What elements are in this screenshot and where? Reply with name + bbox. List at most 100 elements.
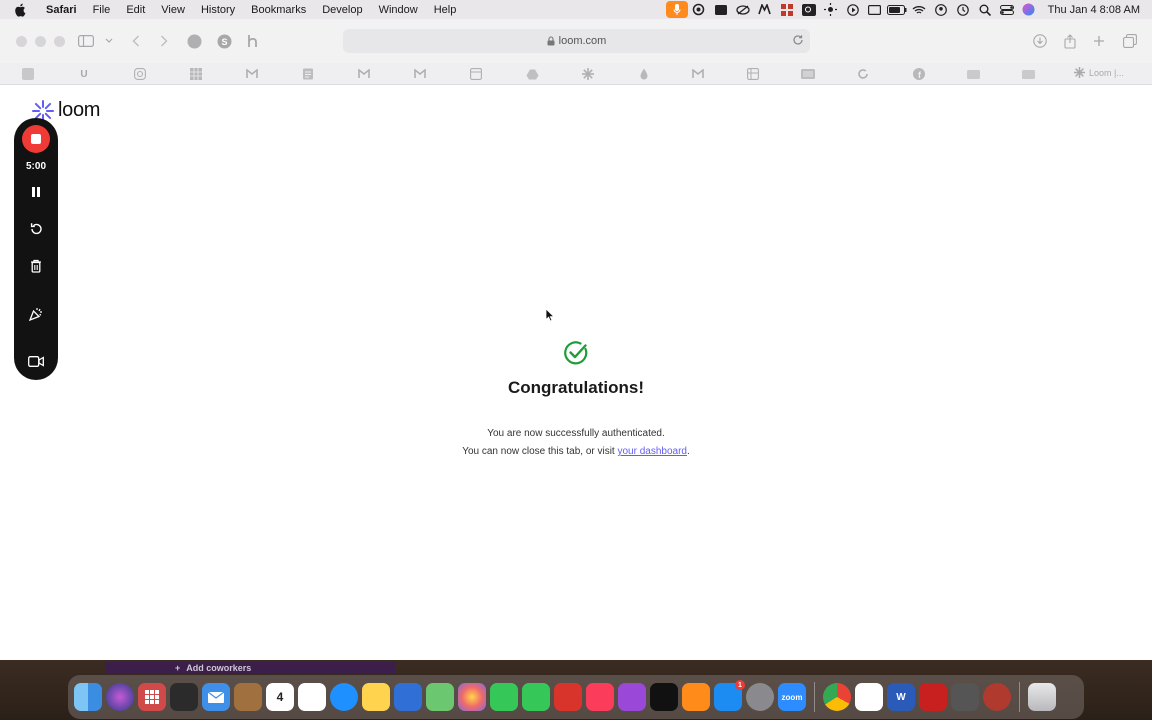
dock-notes-icon[interactable] [362, 683, 390, 711]
dock-freeform-icon[interactable] [394, 683, 422, 711]
downloads-icon[interactable] [1032, 33, 1048, 49]
play-circle-icon[interactable] [842, 0, 864, 19]
dock-podcasts-icon[interactable] [618, 683, 646, 711]
extension-s-icon[interactable]: S [216, 33, 232, 49]
favorite-gmail-4-icon[interactable] [691, 67, 705, 81]
favorite-doc-icon[interactable] [301, 67, 315, 81]
dock-contacts-icon[interactable] [234, 683, 262, 711]
dock-slack-icon[interactable] [855, 683, 883, 711]
apple-icon[interactable] [14, 3, 30, 17]
address-bar[interactable]: loom.com [343, 29, 810, 53]
dock-trash-icon[interactable] [1028, 683, 1056, 711]
favorite-barcode-icon[interactable] [801, 67, 815, 81]
menu-file[interactable]: File [85, 4, 119, 16]
favorite-gmail-3-icon[interactable] [413, 67, 427, 81]
reload-icon[interactable] [792, 34, 804, 46]
favorite-folder-icon[interactable] [966, 67, 980, 81]
favorite-u-icon[interactable]: U [77, 67, 91, 81]
dock-record-app-icon[interactable] [983, 683, 1011, 711]
favorite-loom-icon[interactable] [581, 67, 595, 81]
dock-utility-icon[interactable] [951, 683, 979, 711]
dock-system-settings-icon[interactable] [746, 683, 774, 711]
dock-word-icon[interactable]: W [887, 683, 915, 711]
favorite-folder-2-icon[interactable] [1021, 67, 1035, 81]
favorite-sheet-icon[interactable] [746, 67, 760, 81]
dock-safari-icon[interactable] [330, 683, 358, 711]
share-icon[interactable] [1062, 33, 1078, 49]
record-status-icon[interactable] [710, 0, 732, 19]
camera-button[interactable] [22, 347, 50, 375]
dock-news-icon[interactable] [554, 683, 582, 711]
dashboard-link[interactable]: your dashboard [618, 446, 688, 457]
zoom-window-button[interactable] [54, 35, 65, 47]
dock-finder-icon[interactable] [74, 683, 102, 711]
menu-view[interactable]: View [153, 4, 193, 16]
menu-history[interactable]: History [193, 4, 243, 16]
favorite-loom-tab[interactable]: Loom |... [1074, 67, 1124, 78]
favorite-refresh-icon[interactable] [856, 67, 870, 81]
favorite-drive-icon[interactable] [525, 67, 539, 81]
new-tab-icon[interactable] [1091, 33, 1107, 49]
back-icon[interactable] [128, 33, 144, 49]
m-app-icon[interactable] [754, 0, 776, 19]
siri-icon[interactable] [1018, 0, 1040, 19]
add-coworkers-banner[interactable]: + Add coworkers [105, 662, 395, 674]
dock-chrome-icon[interactable] [823, 683, 851, 711]
delete-button[interactable] [22, 252, 50, 280]
menu-app-safari[interactable]: Safari [38, 4, 85, 16]
dock-tv-icon[interactable] [650, 683, 678, 711]
dock-books-icon[interactable] [682, 683, 710, 711]
favorite-camera-icon[interactable] [133, 67, 147, 81]
dock-mission-control-icon[interactable] [170, 683, 198, 711]
extension-circle-icon[interactable] [186, 33, 202, 49]
menu-window[interactable]: Window [371, 4, 426, 16]
close-window-button[interactable] [16, 35, 27, 47]
favorite-grid-icon[interactable] [189, 67, 203, 81]
eye-off-icon[interactable] [732, 0, 754, 19]
menu-develop[interactable]: Develop [314, 4, 370, 16]
dock-photos-icon[interactable] [458, 683, 486, 711]
tab-overview-icon[interactable] [1122, 33, 1138, 49]
minimize-window-button[interactable] [35, 35, 46, 47]
dock-mail-icon[interactable] [202, 683, 230, 711]
dock-acrobat-icon[interactable] [919, 683, 947, 711]
search-app-icon[interactable] [798, 0, 820, 19]
pause-button[interactable] [22, 178, 50, 206]
forward-icon[interactable] [156, 33, 172, 49]
dock-launchpad-icon[interactable] [138, 683, 166, 711]
user-icon[interactable] [930, 0, 952, 19]
chevron-down-icon[interactable] [101, 33, 117, 49]
favorite-gmail-icon[interactable] [245, 67, 259, 81]
spotlight-search-icon[interactable] [974, 0, 996, 19]
restart-button[interactable] [22, 215, 50, 243]
menubar-clock[interactable]: Thu Jan 4 8:08 AM [1040, 4, 1152, 16]
dock-reminders-icon[interactable] [298, 683, 326, 711]
menu-help[interactable]: Help [426, 4, 465, 16]
brightness-icon[interactable] [820, 0, 842, 19]
display-icon[interactable] [864, 0, 886, 19]
dock-calendar-icon[interactable]: 4 [266, 683, 294, 711]
favorite-facebook-icon[interactable]: f [912, 67, 926, 81]
favorite-calendar-icon[interactable] [469, 67, 483, 81]
extension-h-icon[interactable] [245, 33, 261, 49]
dock-zoom-icon[interactable]: zoom [778, 683, 806, 711]
dock-messages-icon[interactable] [490, 683, 518, 711]
dock-music-icon[interactable] [586, 683, 614, 711]
wifi-icon[interactable] [908, 0, 930, 19]
favorite-g-icon[interactable] [21, 67, 35, 81]
effects-button[interactable] [22, 300, 50, 328]
dock-facetime-icon[interactable] [522, 683, 550, 711]
microphone-icon[interactable] [665, 1, 688, 18]
grid-app-icon[interactable] [776, 0, 798, 19]
dock-maps-icon[interactable] [426, 683, 454, 711]
control-center-icon[interactable] [996, 0, 1018, 19]
stop-recording-button[interactable] [22, 125, 50, 153]
menu-bookmarks[interactable]: Bookmarks [243, 4, 314, 16]
dock-app-store-icon[interactable]: 1 [714, 680, 745, 711]
menu-edit[interactable]: Edit [118, 4, 153, 16]
battery-icon[interactable] [886, 0, 908, 19]
sidebar-toggle-icon[interactable] [78, 33, 94, 49]
time-machine-icon[interactable] [952, 0, 974, 19]
dock-siri-icon[interactable] [106, 683, 134, 711]
loom-status-icon[interactable] [688, 0, 710, 19]
